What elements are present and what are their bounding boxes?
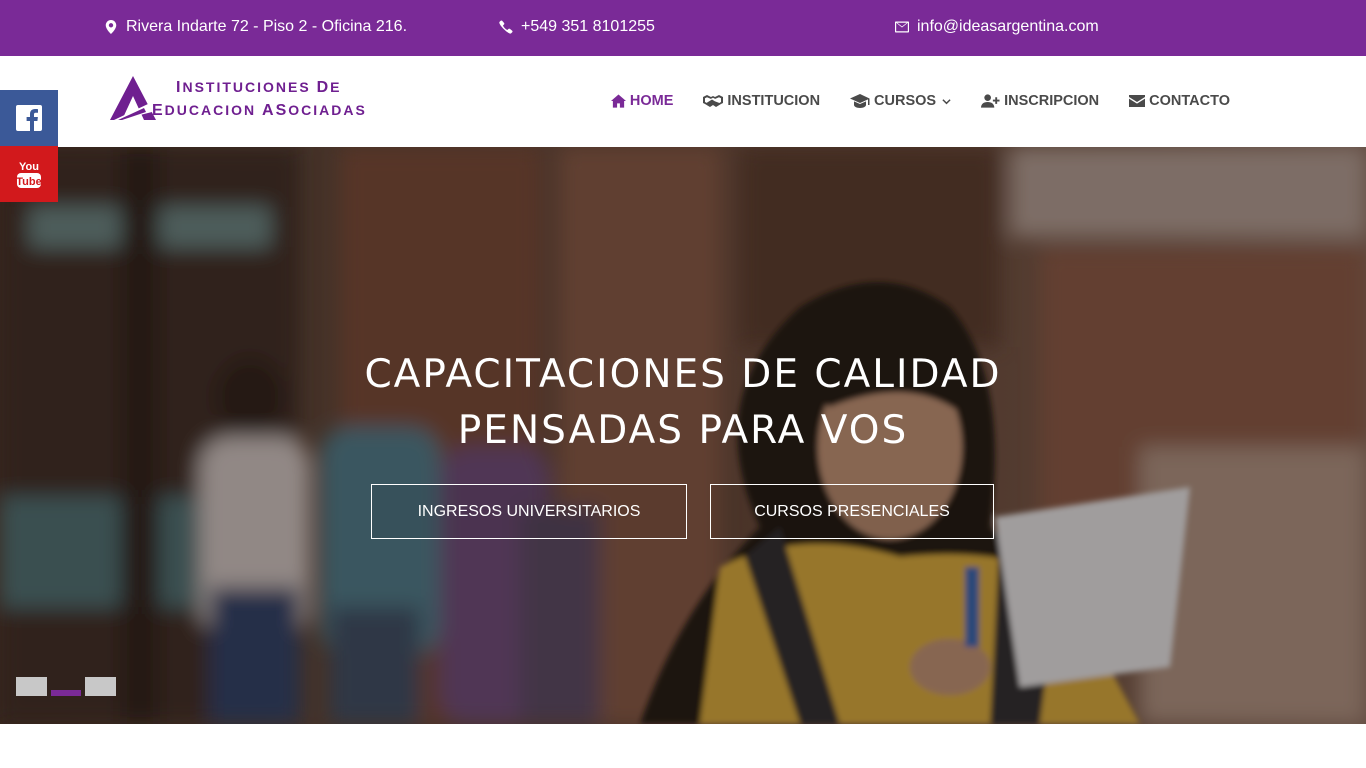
slider-dot[interactable] (16, 677, 47, 696)
cursos-presenciales-button[interactable]: CURSOS PRESENCIALES (710, 484, 994, 539)
logo-text: INSTITUCIONES DE EDUCACION ASOCIADAS (152, 76, 367, 122)
youtube-text-you: You (19, 161, 39, 173)
graduation-cap-icon (850, 94, 870, 108)
envelope-outline-icon (895, 21, 909, 33)
logo-letter: E (152, 102, 165, 119)
logo-word: DUCACION (164, 102, 263, 118)
hero-title-line-1: CAPACITACIONES DE CALIDAD (364, 352, 1002, 397)
user-plus-icon (981, 94, 1000, 108)
nav-item-cursos[interactable]: CURSOS (850, 93, 951, 109)
logo-line-2: EDUCACION ASOCIADAS (152, 99, 367, 122)
youtube-button[interactable]: You Tube (0, 146, 58, 202)
nav-item-institucion[interactable]: INSTITUCION (703, 93, 820, 109)
logo-word: NSTITUCIONES (182, 79, 317, 95)
phone-icon (499, 20, 513, 34)
logo-letter: AS (262, 102, 289, 119)
social-sidebar: You Tube (0, 90, 58, 202)
nav-item-contacto[interactable]: CONTACTO (1129, 93, 1230, 109)
nav-label-cursos[interactable]: CURSOS (874, 93, 936, 109)
youtube-icon: You Tube (16, 161, 42, 188)
site-header: INSTITUCIONES DE EDUCACION ASOCIADAS HOM… (0, 56, 1366, 147)
chevron-down-icon (942, 98, 951, 104)
ingresos-universitarios-button[interactable]: INGRESOS UNIVERSITARIOS (371, 484, 687, 539)
logo-line-1: INSTITUCIONES DE (176, 76, 367, 99)
top-contact-bar: Rivera Indarte 72 - Piso 2 - Oficina 216… (0, 0, 1366, 56)
map-marker-icon (105, 20, 117, 34)
email-item[interactable]: info@ideasargentina.com (895, 18, 1099, 36)
logo-word: OCIADAS (288, 102, 367, 118)
main-nav: HOME INSTITUCION CURSOS INSCRIPCION CONT… (610, 93, 1230, 109)
logo-letter: D (316, 79, 331, 96)
email-text[interactable]: info@ideasargentina.com (917, 18, 1099, 36)
nav-label-institucion[interactable]: INSTITUCION (727, 93, 820, 109)
hero-title-line-2: PENSADAS PARA VOS (457, 408, 909, 453)
logo[interactable]: INSTITUCIONES DE EDUCACION ASOCIADAS (108, 74, 367, 124)
nav-label-inscripcion[interactable]: INSCRIPCION (1004, 93, 1099, 109)
nav-item-home[interactable]: HOME (610, 93, 674, 109)
nav-label-home[interactable]: HOME (630, 93, 674, 109)
hero-title: CAPACITACIONES DE CALIDAD PENSADAS PARA … (0, 347, 1366, 459)
youtube-text-tube: Tube (16, 176, 41, 188)
slider-dot-active[interactable] (51, 690, 81, 696)
logo-mark-icon (110, 76, 156, 120)
facebook-button[interactable] (0, 90, 58, 146)
nav-label-contacto[interactable]: CONTACTO (1149, 93, 1230, 109)
content-area (0, 724, 1366, 768)
nav-item-inscripcion[interactable]: INSCRIPCION (981, 93, 1099, 109)
envelope-icon (1129, 95, 1146, 107)
handshake-icon (703, 95, 724, 107)
slider-dot[interactable] (85, 677, 116, 696)
hero-slider: CAPACITACIONES DE CALIDAD PENSADAS PARA … (0, 147, 1366, 724)
phone-item[interactable]: +549 351 8101255 (499, 18, 655, 36)
phone-text[interactable]: +549 351 8101255 (521, 18, 655, 36)
address-item: Rivera Indarte 72 - Piso 2 - Oficina 216… (104, 18, 407, 36)
home-icon (610, 94, 626, 108)
slider-pagination (16, 677, 116, 696)
facebook-icon (16, 105, 42, 131)
address-text: Rivera Indarte 72 - Piso 2 - Oficina 216… (126, 18, 408, 35)
logo-word: E (330, 79, 342, 95)
